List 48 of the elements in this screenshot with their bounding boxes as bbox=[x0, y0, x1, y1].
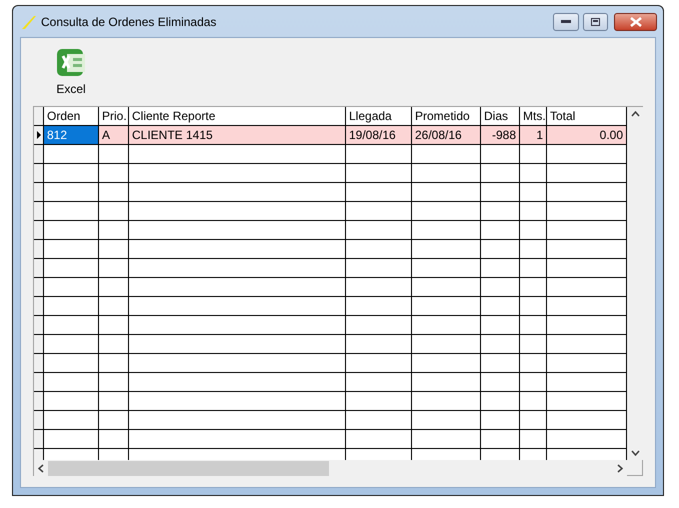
column-header: Llegada bbox=[346, 107, 412, 125]
row-header[interactable] bbox=[34, 202, 44, 220]
row-header[interactable] bbox=[34, 164, 44, 182]
column-header: Cliente Reporte bbox=[129, 107, 346, 125]
close-button[interactable] bbox=[614, 12, 657, 30]
row-header[interactable] bbox=[34, 259, 44, 277]
scroll-up-icon[interactable] bbox=[631, 111, 640, 117]
row-header[interactable] bbox=[34, 145, 44, 163]
excel-button[interactable]: Excel bbox=[51, 46, 91, 96]
column-header: Mts. bbox=[520, 107, 547, 125]
maximize-icon bbox=[591, 18, 600, 26]
row-header[interactable] bbox=[34, 126, 44, 144]
scroll-right-icon[interactable] bbox=[617, 464, 623, 473]
column-header: Prometido bbox=[412, 107, 481, 125]
scrollbar-thumb[interactable] bbox=[48, 461, 329, 476]
table-cell: A bbox=[99, 126, 129, 144]
minimize-icon bbox=[561, 20, 571, 24]
row-header[interactable] bbox=[34, 240, 44, 258]
table-cell: 812 bbox=[44, 126, 99, 144]
minimize-button[interactable] bbox=[553, 12, 579, 30]
table-cell: 19/08/16 bbox=[346, 126, 412, 144]
table-cell: -988 bbox=[481, 126, 520, 144]
row-pointer-icon bbox=[36, 131, 40, 139]
row-header[interactable] bbox=[34, 278, 44, 296]
column-header: Dias bbox=[481, 107, 520, 125]
close-icon bbox=[630, 16, 642, 26]
table-cell: 1 bbox=[520, 126, 547, 144]
row-header[interactable] bbox=[34, 430, 44, 448]
table-row[interactable]: 812 A CLIENTE 1415 19/08/16 26/08/16 -988 1 0.00 bbox=[34, 126, 627, 145]
app-logo-icon bbox=[21, 14, 37, 30]
row-header[interactable] bbox=[34, 335, 44, 353]
row-header[interactable] bbox=[34, 297, 44, 315]
table-cell: CLIENTE 1415 bbox=[129, 126, 346, 144]
maximize-button[interactable] bbox=[583, 12, 608, 30]
scroll-down-icon[interactable] bbox=[631, 450, 640, 456]
window-title: Consulta de Ordenes Eliminadas bbox=[41, 14, 218, 28]
table-cell: 26/08/16 bbox=[412, 126, 481, 144]
row-header[interactable] bbox=[34, 316, 44, 334]
column-header: Prio. bbox=[99, 107, 129, 125]
spreadsheet-icon bbox=[55, 46, 87, 78]
row-header[interactable] bbox=[34, 183, 44, 201]
row-header[interactable] bbox=[34, 392, 44, 410]
row-header[interactable] bbox=[34, 221, 44, 239]
scroll-left-icon[interactable] bbox=[38, 464, 44, 473]
row-header[interactable] bbox=[34, 373, 44, 391]
column-header: Orden bbox=[44, 107, 99, 125]
row-header[interactable] bbox=[34, 411, 44, 429]
row-header[interactable] bbox=[34, 354, 44, 372]
